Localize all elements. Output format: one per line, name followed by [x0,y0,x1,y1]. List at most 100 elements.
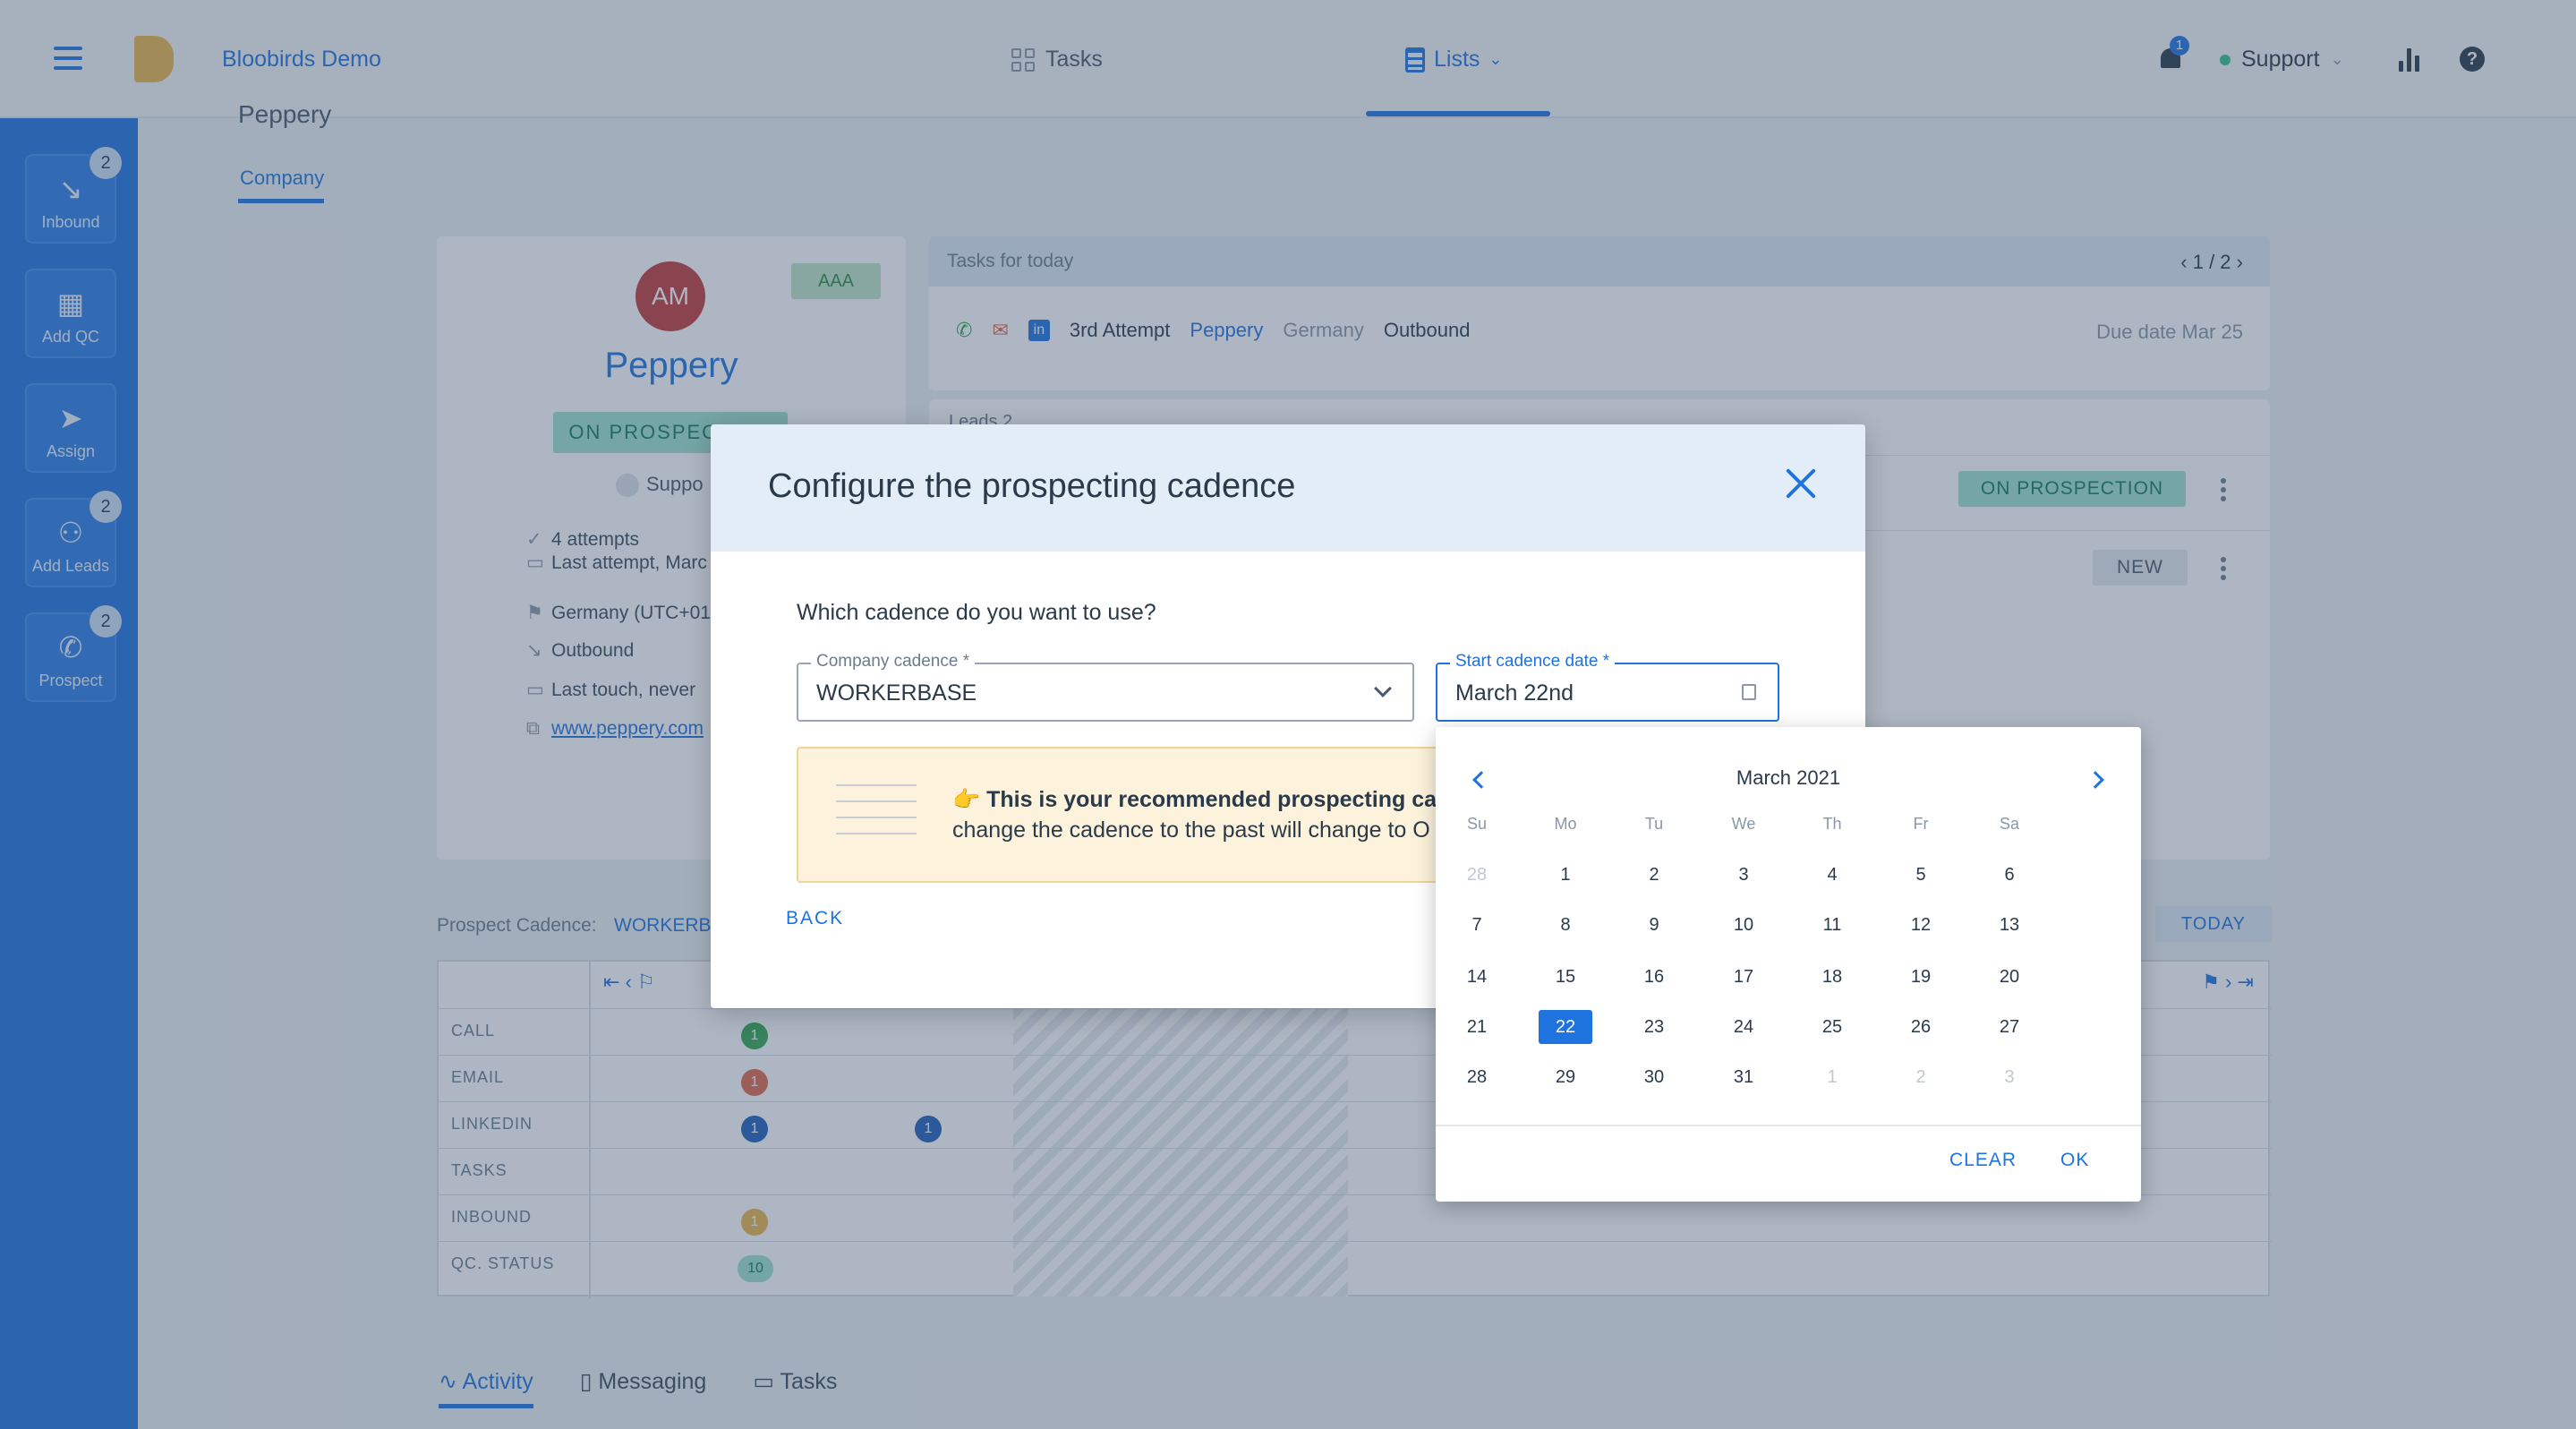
tasks-pager[interactable]: ‹ 1 / 2 › [2180,251,2243,274]
online-status-icon [2220,54,2231,65]
last-touch-attr: ▭ Last touch, never [526,680,696,700]
date-picker: March 2021 Su Mo Tu We Th Fr Sa 28 1 2 3 4 5 6 7 8 9 10 1… [1436,727,2141,1202]
day-cell[interactable]: 8 [1539,908,1592,942]
website-link[interactable]: ⧉ www.peppery.com [526,718,704,740]
tab-messaging[interactable]: ▯ Messaging [580,1368,707,1408]
owner[interactable]: Suppo [616,473,704,498]
day-cell[interactable]: 25 [1805,1010,1859,1044]
day-cell[interactable]: 7 [1450,908,1504,942]
tasks-title: Tasks for today [947,251,1074,271]
breadcrumb[interactable]: Peppery [238,100,331,129]
clear-button[interactable]: CLEAR [1949,1150,2017,1171]
help-icon[interactable]: ? [2460,47,2485,72]
bookmark-icon: ⚑ [526,603,543,623]
day-cell[interactable]: 13 [1983,908,2036,942]
more-options-icon[interactable] [2221,478,2226,501]
day-cell[interactable]: 3 [1717,858,1770,892]
lead-status-badge[interactable]: ON PROSPECTION [1958,471,2186,507]
company-cadence-select[interactable]: Company cadence * WORKERBASE [797,652,1414,722]
account-name[interactable]: Bloobirds Demo [222,47,381,73]
weekday-label: Fr [1913,815,1929,833]
dashboard-chart-icon[interactable] [2399,45,2424,72]
list-icon [1405,47,1425,73]
day-cell[interactable]: 17 [1717,960,1770,994]
tab-tasks[interactable]: ▭ Tasks [753,1368,837,1408]
ok-button[interactable]: OK [2060,1150,2089,1171]
sidebar-item-label: Inbound [41,213,100,231]
day-cell[interactable]: 2 [1627,858,1681,892]
recommendation-line-2: change the cadence to the past will chan… [952,817,1430,843]
day-cell[interactable]: 28 [1450,858,1504,892]
day-cell[interactable]: 14 [1450,960,1504,994]
sidebar-item-label: Assign [46,442,96,460]
sidebar-item-assign[interactable]: ➤ Assign [25,383,116,473]
weekday-label: Mo [1554,815,1577,833]
day-cell[interactable]: 31 [1717,1060,1770,1094]
day-cell[interactable]: 23 [1627,1010,1681,1044]
timeline-nav-icons-right[interactable]: ⚑ › ⇥ [2202,971,2254,994]
start-cadence-date-field[interactable]: Start cadence date * March 22nd [1436,652,1779,722]
close-icon[interactable] [1781,464,1821,503]
day-cell[interactable]: 5 [1894,858,1948,892]
tab-company[interactable]: Company [240,167,324,190]
day-cell[interactable]: 12 [1894,908,1948,942]
day-cell[interactable]: 18 [1805,960,1859,994]
sidebar-item-label: Add Leads [31,557,110,575]
day-cell[interactable]: 19 [1894,960,1948,994]
send-icon: ➤ [58,402,83,434]
weekday-label: We [1731,815,1756,833]
day-cell[interactable]: 27 [1983,1010,2036,1044]
day-cell[interactable]: 4 [1805,858,1859,892]
top-bar: Bloobirds Demo Tasks Lists ⌄ 1 Support ⌄… [0,0,2576,118]
day-cell[interactable]: 1 [1805,1060,1859,1094]
timeline-nav-icons[interactable]: ⇤ ‹ ⚐ [603,971,655,994]
day-cell[interactable]: 11 [1805,908,1859,942]
sidebar-item-add-leads[interactable]: ⚇ Add Leads 2 [25,491,122,587]
day-cell[interactable]: 6 [1983,858,2036,892]
lead-status-badge[interactable]: NEW [2093,550,2188,586]
calendar-icon[interactable] [1742,684,1756,700]
day-cell[interactable]: 16 [1627,960,1681,994]
day-cell[interactable]: 1 [1539,858,1592,892]
day-cell[interactable]: 9 [1627,908,1681,942]
day-cell[interactable]: 24 [1717,1010,1770,1044]
tab-activity[interactable]: ∿ Activity [439,1368,533,1408]
day-cell[interactable]: 20 [1983,960,2036,994]
notification-badge: 1 [2170,36,2189,56]
day-cell[interactable]: 15 [1539,960,1592,994]
inbound-bubble[interactable]: 1 [741,1209,768,1236]
user-menu[interactable]: Support ⌄ [2220,47,2344,73]
nav-tasks[interactable]: Tasks [1011,47,1103,73]
more-options-icon[interactable] [2221,557,2226,580]
start-cadence-date-value: March 22nd [1455,680,1574,706]
day-cell[interactable]: 26 [1894,1010,1948,1044]
day-cell[interactable]: 28 [1450,1060,1504,1094]
sidebar-item-inbound[interactable]: ↘ Inbound 2 [25,147,122,244]
call-bubble[interactable]: 1 [741,1023,768,1049]
day-cell[interactable]: 3 [1983,1060,2036,1094]
day-cell[interactable]: 2 [1894,1060,1948,1094]
email-bubble[interactable]: 1 [741,1069,768,1096]
back-button[interactable]: BACK [786,908,844,929]
tasks-header: Tasks for today ‹ 1 / 2 › [929,236,2270,287]
day-selected[interactable]: 22 [1539,1010,1592,1044]
calendar-icon: ▭ [526,680,544,700]
linkedin-bubble[interactable]: 1 [915,1116,942,1142]
sidebar-item-add-qc[interactable]: ▦ Add QC [25,269,116,358]
day-cell[interactable]: 30 [1627,1060,1681,1094]
sidebar-item-prospect[interactable]: ✆ Prospect 2 [25,605,122,702]
nav-lists[interactable]: Lists ⌄ [1405,47,1503,73]
day-cell[interactable]: 29 [1539,1060,1592,1094]
linkedin-bubble[interactable]: 1 [741,1116,768,1142]
building-icon: ▦ [56,287,85,320]
notifications-bell-icon[interactable]: 1 [2159,36,2189,72]
task-company[interactable]: Peppery [1190,319,1263,342]
today-button[interactable]: TODAY [2155,906,2272,942]
task-row[interactable]: ✆ ✉ in 3rd Attempt Peppery Germany Outbo… [956,319,1470,342]
qc-status-bubble[interactable]: 10 [738,1255,773,1282]
recommendation-text: 👉 This is your recommended prospecting c… [952,784,1463,845]
day-cell[interactable]: 21 [1450,1010,1504,1044]
day-cell[interactable]: 10 [1717,908,1770,942]
menu-icon[interactable] [54,47,82,72]
nav-lists-label: Lists [1434,47,1480,72]
